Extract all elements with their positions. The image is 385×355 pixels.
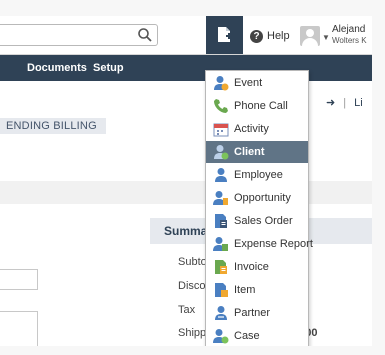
create-new-menu: Event Phone Call Activity Client Employe…: [205, 70, 313, 346]
menu-item-client[interactable]: Client: [206, 141, 308, 163]
invoice-icon: [215, 260, 227, 274]
create-new-button[interactable]: [206, 16, 243, 54]
menu-item-expense-report[interactable]: Expense Report: [206, 233, 313, 255]
case-icon: [213, 329, 229, 344]
menu-item-activity[interactable]: Activity: [206, 118, 308, 140]
menu-item-invoice[interactable]: Invoice: [206, 256, 308, 278]
help-link[interactable]: ? Help: [250, 28, 290, 44]
avatar: [300, 26, 320, 46]
user-name: Alejand: [332, 24, 366, 35]
sales-order-icon: [215, 214, 227, 228]
summary-row-label: Subto: [178, 256, 207, 268]
user-org: Wolters K: [332, 36, 367, 45]
employee-icon: [215, 168, 227, 182]
nav-item-setup[interactable]: Setup: [93, 62, 124, 74]
menu-item-case[interactable]: Case: [206, 325, 308, 346]
question-icon: ?: [250, 29, 263, 43]
summary-row-label: Tax: [178, 304, 196, 316]
menu-item-partner[interactable]: Partner: [206, 302, 308, 324]
form-field[interactable]: [0, 269, 38, 290]
expense-report-icon: [213, 237, 228, 251]
status-badge: ENDING BILLING: [0, 118, 106, 134]
nav-item-documents[interactable]: Documents: [27, 62, 87, 74]
client-icon: [214, 145, 229, 160]
event-icon: [214, 76, 229, 91]
new-record-icon: [218, 27, 232, 42]
menu-item-item[interactable]: Item: [206, 279, 308, 301]
phone-icon: [214, 99, 228, 113]
main-nav: Documents Setup: [0, 55, 372, 81]
app-window: ? Help ▼ Alejand Wolters K Documents Set…: [0, 16, 372, 346]
search-icon[interactable]: [137, 27, 153, 43]
calendar-icon: [213, 123, 229, 137]
pager-link[interactable]: Li: [354, 97, 363, 109]
user-menu[interactable]: ▼ Alejand Wolters K: [296, 20, 372, 50]
pager-controls: ➜ | Li: [326, 96, 371, 109]
divider: |: [343, 97, 347, 109]
chevron-down-icon: ▼: [322, 33, 330, 42]
menu-item-employee[interactable]: Employee: [206, 164, 308, 186]
arrow-right-icon[interactable]: ➜: [326, 97, 335, 109]
help-label: Help: [267, 30, 290, 42]
menu-item-opportunity[interactable]: Opportunity: [206, 187, 308, 209]
form-textarea[interactable]: [0, 311, 38, 346]
opportunity-icon: [213, 191, 228, 205]
menu-item-event[interactable]: Event: [206, 72, 308, 94]
menu-item-sales-order[interactable]: Sales Order: [206, 210, 308, 232]
top-bar: ? Help ▼ Alejand Wolters K: [0, 16, 372, 55]
section-band: [0, 181, 372, 204]
screenshot-frame: ? Help ▼ Alejand Wolters K Documents Set…: [0, 0, 385, 355]
partner-icon: [215, 306, 227, 320]
global-search-input[interactable]: [0, 24, 158, 46]
item-icon: [215, 283, 228, 297]
menu-item-phone-call[interactable]: Phone Call: [206, 95, 308, 117]
